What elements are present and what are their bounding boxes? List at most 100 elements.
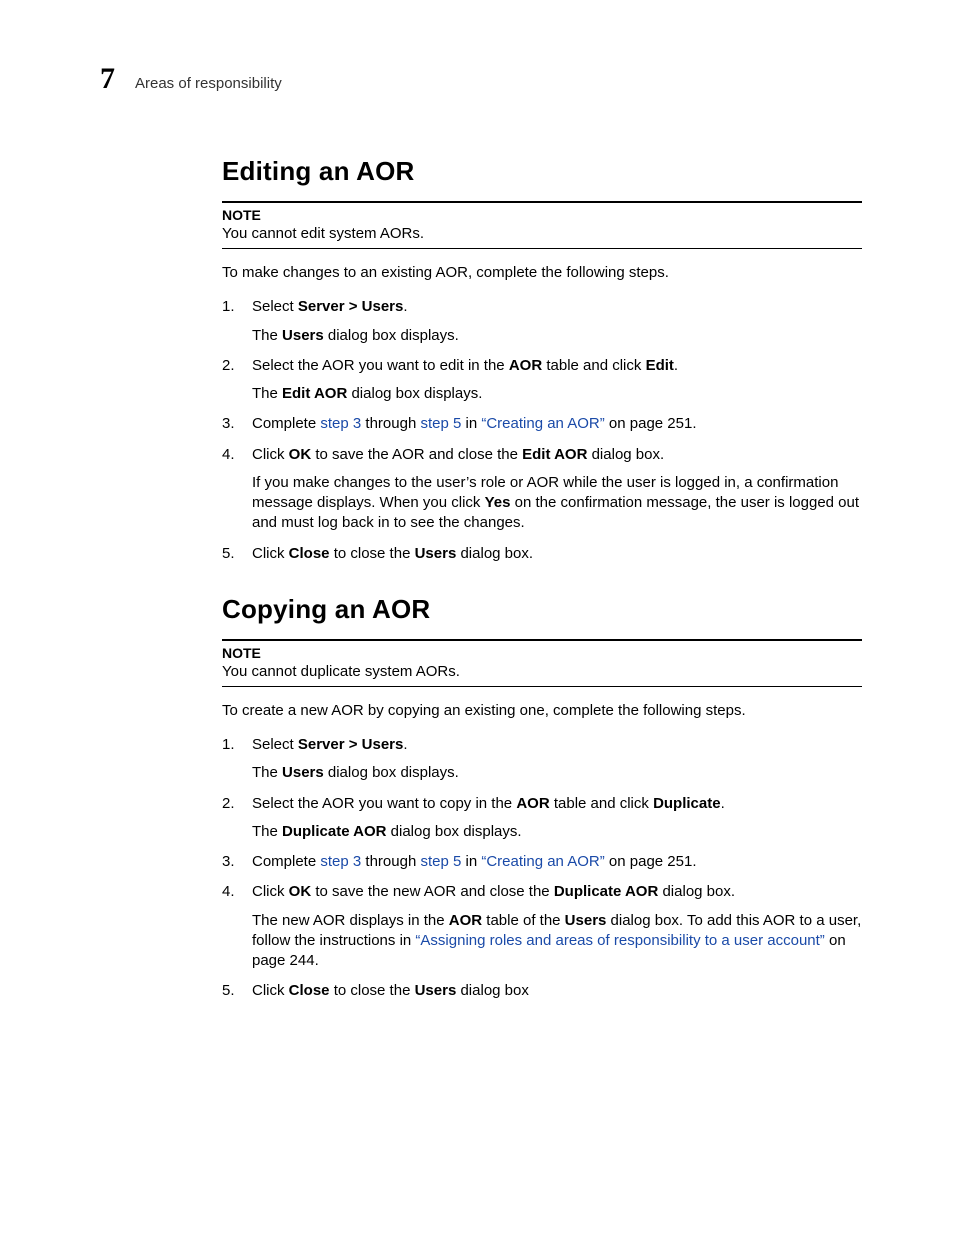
- divider-thin: [222, 686, 862, 687]
- step-sub: The Users dialog box displays.: [252, 326, 862, 346]
- bold: Close: [289, 545, 330, 562]
- step-3: Complete step 3 through step 5 in “Creat…: [222, 414, 862, 434]
- text: Select: [252, 736, 298, 753]
- xref-assigning-roles[interactable]: “Assigning roles and areas of responsibi…: [415, 932, 824, 949]
- step-1: Select Server > Users. The Users dialog …: [222, 297, 862, 346]
- step-1: Select Server > Users. The Users dialog …: [222, 735, 862, 784]
- bold: OK: [289, 883, 312, 900]
- text: dialog box: [456, 982, 529, 999]
- bold: AOR: [449, 912, 482, 929]
- running-header: 7 Areas of responsibility: [100, 62, 864, 96]
- text: on page 251.: [605, 415, 697, 432]
- text: Select the AOR you want to edit in the: [252, 357, 509, 374]
- text: in: [461, 853, 481, 870]
- xref-step5[interactable]: step 5: [420, 415, 461, 432]
- text: dialog box.: [456, 545, 533, 562]
- bold: Duplicate AOR: [554, 883, 658, 900]
- text: on page 251.: [605, 853, 697, 870]
- divider-thick: [222, 201, 862, 203]
- intro-paragraph: To make changes to an existing AOR, comp…: [222, 263, 862, 283]
- text: Click: [252, 883, 289, 900]
- text: through: [361, 415, 420, 432]
- text: dialog box displays.: [386, 823, 521, 840]
- bold: Users: [415, 545, 457, 562]
- text: table and click: [550, 795, 653, 812]
- xref-step3[interactable]: step 3: [320, 415, 361, 432]
- step-sub: The Edit AOR dialog box displays.: [252, 384, 862, 404]
- bold: AOR: [516, 795, 549, 812]
- note-label: NOTE: [222, 645, 862, 661]
- step-4: Click OK to save the AOR and close the E…: [222, 445, 862, 534]
- bold: Edit AOR: [522, 446, 587, 463]
- note-text: You cannot edit system AORs.: [222, 225, 862, 242]
- bold: Duplicate: [653, 795, 721, 812]
- xref-step3[interactable]: step 3: [320, 853, 361, 870]
- text: to close the: [330, 545, 415, 562]
- xref-creating-aor[interactable]: “Creating an AOR”: [481, 853, 604, 870]
- text: dialog box displays.: [324, 764, 459, 781]
- step-5: Click Close to close the Users dialog bo…: [222, 981, 862, 1001]
- step-sub: The new AOR displays in the AOR table of…: [252, 911, 862, 972]
- steps-list: Select Server > Users. The Users dialog …: [222, 297, 862, 564]
- bold: Server > Users: [298, 736, 404, 753]
- text: Click: [252, 545, 289, 562]
- text: .: [674, 357, 678, 374]
- text: .: [403, 298, 407, 315]
- text: dialog box.: [587, 446, 664, 463]
- text: through: [361, 853, 420, 870]
- text: in: [461, 415, 481, 432]
- bold: Server > Users: [298, 298, 404, 315]
- text: The new AOR displays in the: [252, 912, 449, 929]
- bold: Close: [289, 982, 330, 999]
- text: The: [252, 385, 282, 402]
- note-label: NOTE: [222, 207, 862, 223]
- bold: Users: [415, 982, 457, 999]
- text: to save the new AOR and close the: [311, 883, 554, 900]
- text: table of the: [482, 912, 565, 929]
- bold: Edit: [646, 357, 674, 374]
- text: The: [252, 327, 282, 344]
- step-2: Select the AOR you want to edit in the A…: [222, 356, 862, 405]
- bold: Yes: [485, 494, 511, 511]
- text: Complete: [252, 853, 320, 870]
- text: Select: [252, 298, 298, 315]
- bold: Edit AOR: [282, 385, 347, 402]
- note-text: You cannot duplicate system AORs.: [222, 663, 862, 680]
- bold: OK: [289, 446, 312, 463]
- divider-thin: [222, 248, 862, 249]
- text: Complete: [252, 415, 320, 432]
- bold: Duplicate AOR: [282, 823, 386, 840]
- text: .: [721, 795, 725, 812]
- page: 7 Areas of responsibility Editing an AOR…: [0, 0, 954, 1235]
- steps-list: Select Server > Users. The Users dialog …: [222, 735, 862, 1002]
- step-4: Click OK to save the new AOR and close t…: [222, 882, 862, 971]
- text: to save the AOR and close the: [311, 446, 522, 463]
- heading-copying-aor: Copying an AOR: [222, 594, 862, 625]
- bold: Users: [565, 912, 607, 929]
- text: .: [403, 736, 407, 753]
- text: The: [252, 823, 282, 840]
- text: Select the AOR you want to copy in the: [252, 795, 516, 812]
- bold: Users: [282, 764, 324, 781]
- xref-creating-aor[interactable]: “Creating an AOR”: [481, 415, 604, 432]
- step-5: Click Close to close the Users dialog bo…: [222, 544, 862, 564]
- step-sub: The Users dialog box displays.: [252, 763, 862, 783]
- text: table and click: [542, 357, 645, 374]
- text: dialog box displays.: [347, 385, 482, 402]
- text: dialog box.: [658, 883, 735, 900]
- chapter-number: 7: [100, 62, 115, 96]
- text: The: [252, 764, 282, 781]
- text: to close the: [330, 982, 415, 999]
- intro-paragraph: To create a new AOR by copying an existi…: [222, 701, 862, 721]
- bold: Users: [282, 327, 324, 344]
- step-2: Select the AOR you want to copy in the A…: [222, 794, 862, 843]
- text: dialog box displays.: [324, 327, 459, 344]
- step-sub: The Duplicate AOR dialog box displays.: [252, 822, 862, 842]
- step-sub: If you make changes to the user’s role o…: [252, 473, 862, 534]
- xref-step5[interactable]: step 5: [420, 853, 461, 870]
- text: Click: [252, 446, 289, 463]
- bold: AOR: [509, 357, 542, 374]
- text: Click: [252, 982, 289, 999]
- heading-editing-aor: Editing an AOR: [222, 156, 862, 187]
- running-title: Areas of responsibility: [135, 75, 282, 92]
